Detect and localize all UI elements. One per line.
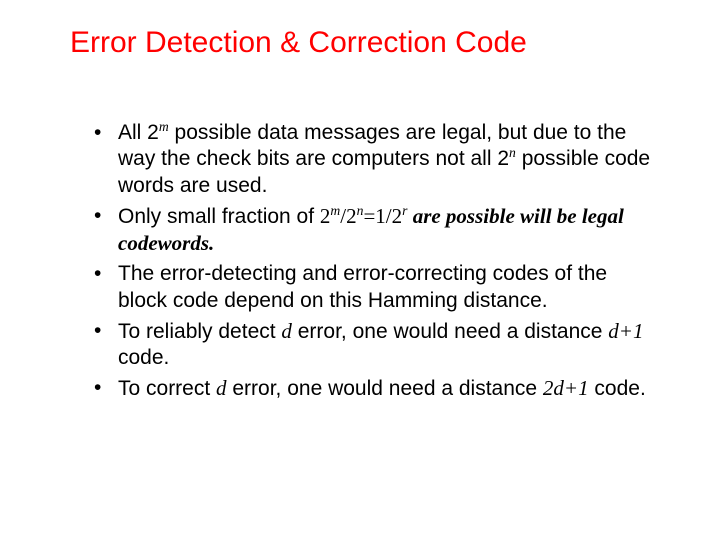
bullet-item: All 2m possible data messages are legal,… xyxy=(90,120,660,199)
fraction: 2m/2n=1/2r xyxy=(320,204,408,228)
text: Only small fraction of xyxy=(118,205,320,228)
text: /2 xyxy=(340,204,356,228)
text: error, one would need a distance xyxy=(292,320,608,343)
text: code. xyxy=(118,346,169,369)
text: =1/2 xyxy=(363,204,402,228)
superscript-m: m xyxy=(330,203,340,218)
text: To reliably detect xyxy=(118,320,281,343)
var-d: d xyxy=(216,376,227,400)
bullet-item: To reliably detect d error, one would ne… xyxy=(90,318,660,372)
bullet-item: Only small fraction of 2m/2n=1/2r are po… xyxy=(90,203,660,258)
bullet-list: All 2m possible data messages are legal,… xyxy=(90,120,660,403)
var-d: d xyxy=(281,319,292,343)
slide-title: Error Detection & Correction Code xyxy=(70,26,660,60)
superscript-n: n xyxy=(509,145,516,160)
text: code. xyxy=(589,377,646,400)
text: 2 xyxy=(320,204,331,228)
text: The error-detecting and error-correcting… xyxy=(118,262,607,311)
expr-2d-plus-1: 2d+1 xyxy=(543,376,589,400)
text: To correct xyxy=(118,377,216,400)
expr-d-plus-1: d+1 xyxy=(608,319,643,343)
bullet-item: To correct d error, one would need a dis… xyxy=(90,375,660,402)
text: All 2 xyxy=(118,121,159,144)
bullet-item: The error-detecting and error-correcting… xyxy=(90,261,660,314)
superscript-m: m xyxy=(159,119,169,134)
text: error, one would need a distance xyxy=(227,377,543,400)
slide: Error Detection & Correction Code All 2m… xyxy=(0,0,720,540)
